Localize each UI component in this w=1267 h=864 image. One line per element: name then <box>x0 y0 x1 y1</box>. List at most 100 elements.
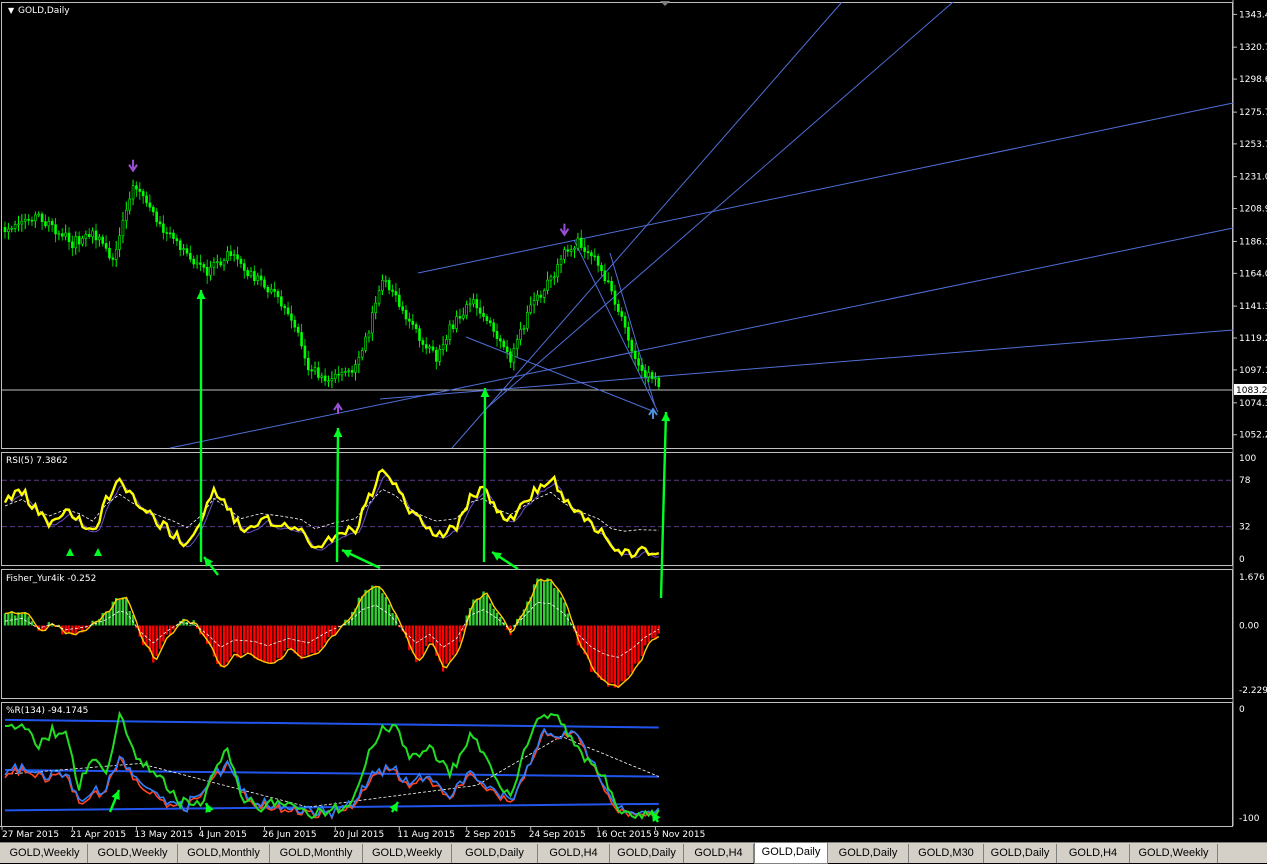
candle-body <box>219 261 222 266</box>
chart-tab[interactable]: GOLD,Weekly <box>2 844 88 863</box>
price-tick-label: 1119.2 <box>1239 334 1267 344</box>
chart-tab[interactable]: GOLD,Weekly <box>88 844 178 863</box>
candle-body <box>246 270 249 277</box>
candle-body <box>44 221 47 227</box>
candle-body <box>482 312 485 317</box>
candle-body <box>333 373 337 379</box>
candle-body <box>135 185 138 190</box>
candle-body <box>647 372 650 378</box>
candle-body <box>451 324 455 329</box>
candle-body <box>216 261 219 264</box>
candle-body <box>209 266 212 276</box>
candle-body <box>175 238 179 242</box>
candle-body <box>633 350 637 359</box>
candle-body <box>354 364 357 373</box>
candle-body <box>67 232 71 243</box>
candle-body <box>212 262 216 268</box>
fisher-bar <box>13 615 17 626</box>
fisher-bar <box>263 625 266 663</box>
fisher-bar <box>290 625 293 650</box>
candle-body <box>650 372 654 379</box>
candle-body <box>131 185 135 200</box>
chart-tab[interactable]: GOLD,H4 <box>538 844 610 863</box>
chart-tab[interactable]: GOLD,Weekly <box>363 844 452 863</box>
candle-body <box>192 258 196 265</box>
fisher-label: Fisher_Yur4ik -0.252 <box>6 574 96 584</box>
fisher-bar <box>361 596 364 626</box>
current-price-label: 1083.2 <box>1236 386 1267 396</box>
candle-body <box>327 380 330 383</box>
candle-body <box>165 232 169 234</box>
fisher-bar <box>303 625 307 656</box>
candle-body <box>158 221 162 225</box>
chart-tab[interactable]: GOLD,Monthly <box>270 844 363 863</box>
candle-body <box>495 331 499 339</box>
price-tick-label: 1253.7 <box>1239 140 1267 150</box>
fisher-bar <box>232 625 236 653</box>
chart-tab[interactable]: GOLD,Daily <box>828 844 909 863</box>
fisher-bar <box>445 625 448 664</box>
candle-body <box>465 304 468 316</box>
fisher-bar <box>644 625 647 646</box>
candle-body <box>256 275 260 281</box>
candle-body <box>401 306 404 311</box>
trendline <box>573 239 659 413</box>
candle-body <box>259 275 263 281</box>
candle-body <box>128 198 131 211</box>
price-tick-label: 1186.1 <box>1239 237 1267 247</box>
fisher-bar <box>27 616 30 626</box>
candle-body <box>91 230 94 237</box>
rsi-panel-frame <box>1 452 1233 566</box>
fisher-bar <box>266 625 270 664</box>
fisher-bar <box>286 625 290 649</box>
candle-body <box>7 228 10 233</box>
candle-body <box>435 349 438 362</box>
candle-body <box>104 243 108 249</box>
fisher-bar <box>543 582 546 626</box>
candle-body <box>600 265 603 272</box>
candle-body <box>205 267 209 276</box>
candle-body <box>273 288 276 292</box>
candle-body <box>532 300 536 306</box>
fisher-bar <box>364 589 367 626</box>
rsi-ma-line <box>4 488 659 532</box>
candle-body <box>630 339 634 352</box>
chart-tab[interactable]: GOLD,Weekly <box>1130 844 1218 863</box>
fisher-bar <box>300 625 303 660</box>
chart-tab[interactable]: GOLD,Daily <box>754 843 828 864</box>
candle-body <box>23 218 27 222</box>
candle-body <box>404 310 408 320</box>
candle-body <box>424 344 428 349</box>
chart-canvas[interactable]: ▼GOLD,Daily 1343.4 1320.7 1298.6 1275.7 1253.… <box>0 0 1267 842</box>
fisher-bar <box>607 625 610 687</box>
candle-body <box>606 280 610 283</box>
candle-body <box>320 375 324 378</box>
trendline <box>417 102 1234 274</box>
price-tick-label: 1320.7 <box>1239 43 1267 53</box>
chart-window[interactable]: ▼GOLD,Daily1343.41320.71298.61275.71253.… <box>0 0 1267 863</box>
chart-tab[interactable]: GOLD,H4 <box>1057 844 1130 863</box>
fisher-bar <box>50 625 54 627</box>
chart-tab[interactable]: GOLD,Monthly <box>178 844 270 863</box>
chart-tab[interactable]: GOLD,H4 <box>684 844 754 863</box>
candle-body <box>222 260 226 266</box>
candle-body <box>280 296 283 307</box>
candle-body <box>108 248 111 259</box>
chart-tab[interactable]: GOLD,Daily <box>610 844 684 863</box>
fisher-level-label: 1.676 <box>1239 573 1265 583</box>
price-tick-label: 1343.4 <box>1239 10 1267 20</box>
candle-body <box>276 291 280 298</box>
annotation-arrowhead-icon <box>480 388 490 398</box>
candle-body <box>637 358 640 366</box>
fisher-bar <box>610 625 613 683</box>
rsi-up-triangle-icon <box>66 548 74 556</box>
candle-body <box>546 279 549 291</box>
candle-body <box>182 248 185 250</box>
chart-tab[interactable]: GOLD,M30 <box>909 844 984 863</box>
chart-tab[interactable]: GOLD,Daily <box>452 844 538 863</box>
chart-tab[interactable]: GOLD,Daily <box>984 844 1057 863</box>
candle-body <box>17 223 20 226</box>
time-tick-label: 20 Jul 2015 <box>333 830 384 840</box>
candle-body <box>397 294 401 307</box>
annotation-arrowhead-icon <box>196 290 206 299</box>
